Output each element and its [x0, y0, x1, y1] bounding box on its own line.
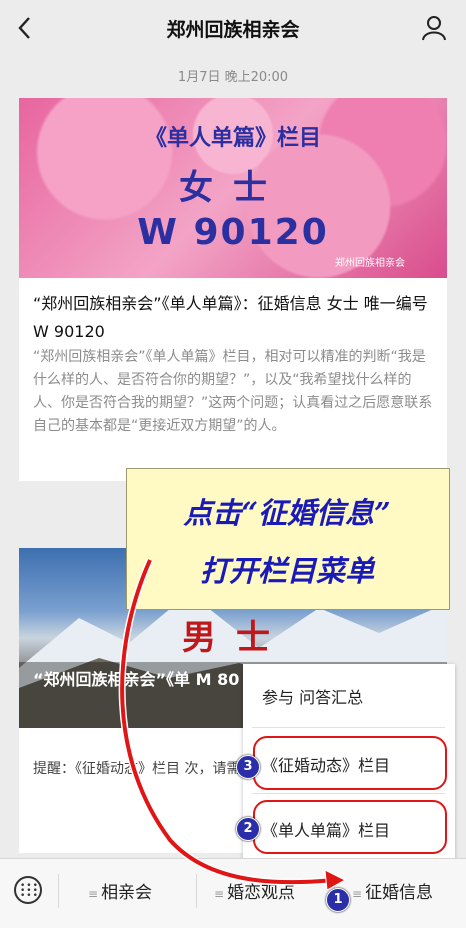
tab-divider	[58, 874, 59, 908]
callout-line-1: 点击“征婚信息”	[183, 496, 391, 530]
step-badge-1: 1	[326, 888, 350, 912]
banner-line-2: 女士	[179, 168, 287, 208]
banner-line-1: 《单人单篇》栏目	[144, 126, 321, 151]
step-badge-3: 3	[236, 755, 260, 779]
tab-matchmaking[interactable]: ≡ 相亲会	[88, 878, 152, 903]
article-1-summary: “郑州回族相亲会”《单人单篇》栏目，相对可以精准的判断“我是什么样的人、是否符合…	[33, 349, 433, 434]
article-1-title[interactable]: “郑州回族相亲会”《单人单篇》：征婚信息 女士 唯一编号 W 90120	[33, 290, 433, 346]
keyboard-keys-icon: ••• ••• •••	[20, 881, 39, 901]
person-icon[interactable]	[421, 15, 447, 41]
timestamp: 1月7日 晚上20:00	[177, 70, 289, 85]
tab-marriage-views[interactable]: ≡ 婚恋观点	[214, 878, 295, 903]
article-2-banner-label: 男士	[182, 618, 290, 658]
tab-label: 征婚信息	[365, 883, 434, 903]
highlight-marriage-updates	[253, 736, 447, 790]
banner-line-3: W 90120	[137, 212, 329, 253]
menu-lines-icon: ≡	[352, 887, 363, 901]
callout-line-2: 打开栏目菜单	[199, 554, 374, 588]
menu-lines-icon: ≡	[214, 887, 225, 901]
tab-divider	[196, 874, 197, 908]
menu-item-qa-summary[interactable]: 参与 问答汇总	[262, 684, 363, 708]
page-title: 郑州回族相亲会	[166, 19, 300, 41]
menu-divider	[252, 793, 445, 794]
tab-label: 相亲会	[101, 883, 153, 903]
tab-marriage-info[interactable]: ≡ 征婚信息	[352, 878, 433, 903]
step-badge-2: 2	[236, 817, 260, 841]
highlight-single-profile	[253, 800, 447, 854]
tab-label: 婚恋观点	[227, 883, 296, 903]
watermark: 郑州回族相亲会	[335, 258, 405, 269]
menu-divider	[252, 727, 445, 728]
menu-lines-icon: ≡	[88, 887, 99, 901]
